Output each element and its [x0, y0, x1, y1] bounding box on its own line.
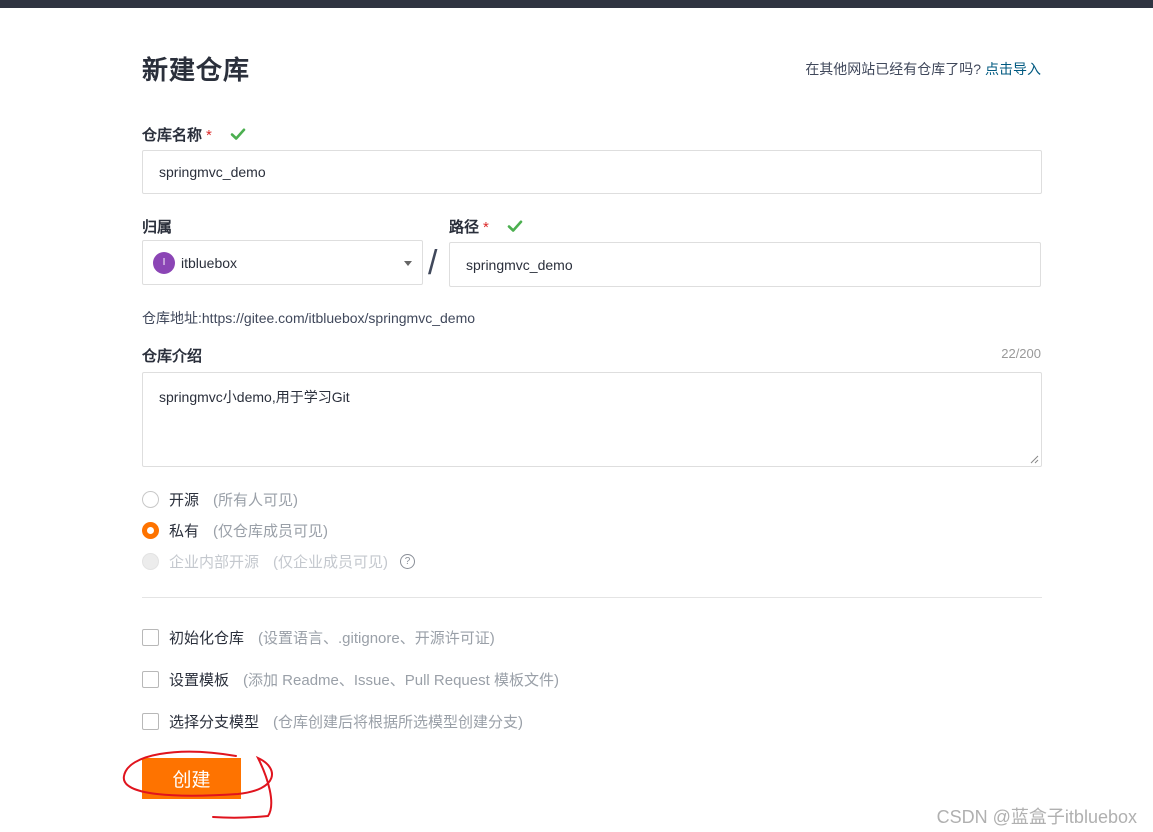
visibility-option-public[interactable]: 开源 (所有人可见)	[142, 489, 298, 510]
checkbox-hint: (添加 Readme、Issue、Pull Request 模板文件)	[243, 672, 559, 689]
owner-value: itbluebox	[181, 254, 238, 271]
top-navigation-bar	[0, 0, 1153, 8]
owner-label: 归属	[142, 219, 173, 236]
create-button[interactable]: 创建	[142, 758, 241, 799]
repo-name-label-text: 仓库名称	[142, 127, 203, 144]
path-label-text: 路径	[449, 219, 480, 236]
radio-label: 私有	[169, 523, 200, 540]
import-link[interactable]: 点击导入	[985, 61, 1041, 77]
checkbox[interactable]	[142, 629, 159, 646]
radio-hint: (仅仓库成员可见)	[213, 523, 329, 540]
path-label: 路径 *	[449, 216, 523, 237]
required-mark: *	[206, 127, 212, 144]
radio-hint: (所有人可见)	[213, 492, 299, 509]
option-branch-model[interactable]: 选择分支模型 (仓库创建后将根据所选模型创建分支)	[142, 711, 523, 732]
checkbox-label: 初始化仓库	[169, 630, 245, 647]
repo-name-value: springmvc_demo	[159, 164, 266, 180]
divider	[142, 597, 1042, 598]
check-icon	[507, 220, 523, 232]
resize-handle-icon[interactable]	[1030, 455, 1039, 464]
checkbox-hint: (设置语言、.gitignore、开源许可证)	[258, 630, 495, 647]
option-template[interactable]: 设置模板 (添加 Readme、Issue、Pull Request 模板文件)	[142, 669, 559, 690]
repo-name-label: 仓库名称 *	[142, 124, 246, 145]
radio-hint: (仅企业成员可见)	[273, 554, 389, 571]
page-title: 新建仓库	[142, 55, 251, 85]
import-prompt-text: 在其他网站已经有仓库了吗?	[805, 61, 982, 77]
radio-button	[142, 553, 159, 570]
import-prompt: 在其他网站已经有仓库了吗? 点击导入	[805, 59, 1041, 79]
visibility-option-enterprise: 企业内部开源 (仅企业成员可见) ?	[142, 551, 416, 572]
checkbox-hint: (仓库创建后将根据所选模型创建分支)	[273, 714, 524, 731]
watermark: CSDN @蓝盒子itbluebox	[936, 807, 1137, 827]
checkbox-label: 设置模板	[169, 672, 230, 689]
description-textarea[interactable]: springmvc小demo,用于学习Git	[142, 372, 1042, 467]
checkbox[interactable]	[142, 671, 159, 688]
help-icon[interactable]: ?	[400, 554, 416, 569]
description-counter: 22/200	[1001, 346, 1041, 361]
description-value: springmvc小demo,用于学习Git	[159, 389, 350, 405]
checkbox-label: 选择分支模型	[169, 714, 260, 731]
checkbox[interactable]	[142, 713, 159, 730]
repo-name-input[interactable]: springmvc_demo	[142, 150, 1042, 194]
check-icon	[230, 128, 246, 140]
path-separator: /	[428, 244, 438, 282]
owner-select[interactable]: I itbluebox	[142, 240, 423, 285]
visibility-option-private[interactable]: 私有 (仅仓库成员可见)	[142, 520, 328, 541]
repo-address: 仓库地址:https://gitee.com/itbluebox/springm…	[142, 310, 476, 326]
option-init-repo[interactable]: 初始化仓库 (设置语言、.gitignore、开源许可证)	[142, 627, 495, 648]
required-mark: *	[483, 219, 489, 236]
path-value: springmvc_demo	[466, 256, 573, 273]
radio-button[interactable]	[142, 491, 159, 508]
radio-label: 开源	[169, 492, 200, 509]
avatar: I	[153, 251, 175, 274]
chevron-down-icon	[404, 261, 412, 266]
path-input[interactable]: springmvc_demo	[449, 242, 1041, 287]
description-label: 仓库介绍	[142, 348, 203, 365]
radio-button[interactable]	[142, 522, 159, 539]
radio-label: 企业内部开源	[169, 554, 260, 571]
